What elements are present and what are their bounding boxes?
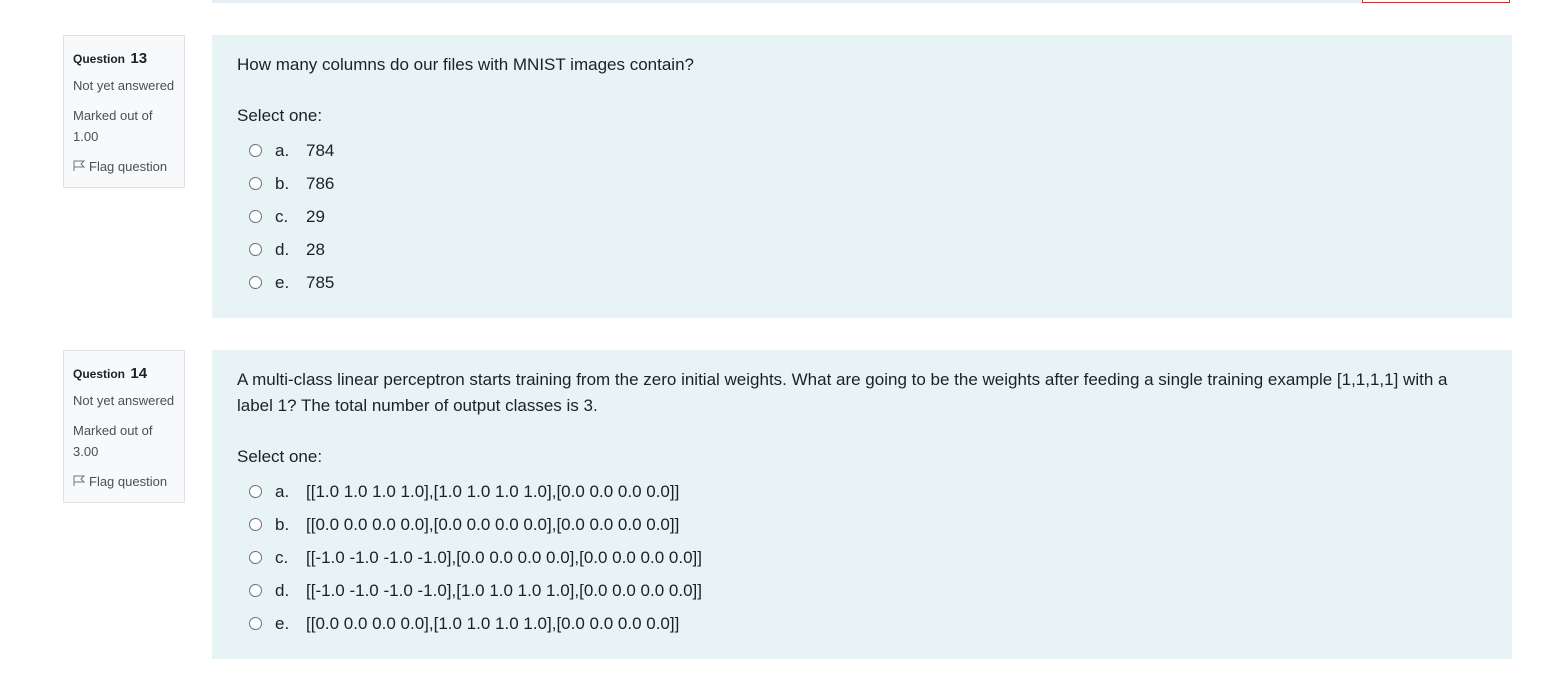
- option-letter: b.: [275, 514, 290, 534]
- question-number: Question 13: [73, 50, 175, 67]
- option-text: [[1.0 1.0 1.0 1.0],[1.0 1.0 1.0 1.0],[0.…: [306, 481, 680, 501]
- question-label: Question: [73, 367, 126, 381]
- option-letter: a.: [275, 140, 290, 160]
- answer-option-c[interactable]: c. 29: [237, 200, 1487, 233]
- question-number-value: 13: [130, 50, 148, 67]
- question-text: A multi-class linear perceptron starts t…: [237, 370, 1448, 415]
- flag-question-label: Flag question: [89, 159, 168, 174]
- previous-button-edge: [1362, 0, 1510, 3]
- quiz-page: Question 13 Not yet answered Marked out …: [0, 0, 1542, 693]
- radio-unchecked-icon[interactable]: [249, 518, 262, 531]
- question-number: Question 14: [73, 365, 175, 382]
- answer-option-a[interactable]: a. 784: [237, 134, 1487, 167]
- option-letter: c.: [275, 547, 289, 567]
- question-grade: Marked out of 1.00: [73, 108, 153, 144]
- option-text: 784: [306, 140, 335, 160]
- question-13-info: Question 13 Not yet answered Marked out …: [63, 35, 185, 188]
- answer-option-c[interactable]: c. [[-1.0 -1.0 -1.0 -1.0],[0.0 0.0 0.0 0…: [237, 541, 1487, 574]
- question-state: Not yet answered: [73, 393, 175, 408]
- option-letter: e.: [275, 613, 290, 633]
- answer-option-e[interactable]: e. 785: [237, 266, 1487, 299]
- answer-option-b[interactable]: b. 786: [237, 167, 1487, 200]
- question-state: Not yet answered: [73, 78, 175, 93]
- option-text: [[-1.0 -1.0 -1.0 -1.0],[0.0 0.0 0.0 0.0]…: [306, 547, 702, 567]
- option-text: 28: [306, 239, 325, 259]
- answer-option-b[interactable]: b. [[0.0 0.0 0.0 0.0],[0.0 0.0 0.0 0.0],…: [237, 508, 1487, 541]
- option-text: 785: [306, 272, 335, 292]
- radio-unchecked-icon[interactable]: [249, 276, 262, 289]
- option-letter: d.: [275, 239, 290, 259]
- option-letter: e.: [275, 272, 290, 292]
- option-text: [[0.0 0.0 0.0 0.0],[1.0 1.0 1.0 1.0],[0.…: [306, 613, 680, 633]
- question-label: Question: [73, 52, 126, 66]
- select-one-prompt: Select one:: [237, 447, 323, 466]
- question-number-value: 14: [130, 365, 148, 382]
- question-14-info: Question 14 Not yet answered Marked out …: [63, 350, 185, 503]
- option-letter: b.: [275, 173, 290, 193]
- radio-unchecked-icon[interactable]: [249, 584, 262, 597]
- flag-outline-icon: [73, 475, 86, 486]
- question-grade: Marked out of 3.00: [73, 423, 153, 459]
- flag-question-link[interactable]: Flag question: [73, 156, 175, 177]
- question-13-content: How many columns do our files with MNIST…: [212, 35, 1512, 318]
- question-text: How many columns do our files with MNIST…: [237, 55, 694, 74]
- option-letter: d.: [275, 580, 290, 600]
- option-text: [[0.0 0.0 0.0 0.0],[0.0 0.0 0.0 0.0],[0.…: [306, 514, 680, 534]
- option-letter: a.: [275, 481, 290, 501]
- radio-unchecked-icon[interactable]: [249, 551, 262, 564]
- radio-unchecked-icon[interactable]: [249, 243, 262, 256]
- previous-question-edge: [212, 0, 1362, 3]
- radio-unchecked-icon[interactable]: [249, 485, 262, 498]
- option-letter: c.: [275, 206, 289, 226]
- answer-options: a. [[1.0 1.0 1.0 1.0],[1.0 1.0 1.0 1.0],…: [237, 475, 1487, 640]
- answer-option-d[interactable]: d. 28: [237, 233, 1487, 266]
- answer-option-a[interactable]: a. [[1.0 1.0 1.0 1.0],[1.0 1.0 1.0 1.0],…: [237, 475, 1487, 508]
- flag-question-link[interactable]: Flag question: [73, 471, 175, 492]
- answer-option-e[interactable]: e. [[0.0 0.0 0.0 0.0],[1.0 1.0 1.0 1.0],…: [237, 607, 1487, 640]
- option-text: [[-1.0 -1.0 -1.0 -1.0],[1.0 1.0 1.0 1.0]…: [306, 580, 702, 600]
- option-text: 786: [306, 173, 335, 193]
- flag-outline-icon: [73, 160, 86, 171]
- option-text: 29: [306, 206, 325, 226]
- radio-unchecked-icon[interactable]: [249, 617, 262, 630]
- answer-options: a. 784 b. 786 c. 29 d. 28 e. 785: [237, 134, 1487, 299]
- radio-unchecked-icon[interactable]: [249, 177, 262, 190]
- radio-unchecked-icon[interactable]: [249, 144, 262, 157]
- answer-option-d[interactable]: d. [[-1.0 -1.0 -1.0 -1.0],[1.0 1.0 1.0 1…: [237, 574, 1487, 607]
- flag-question-label: Flag question: [89, 474, 168, 489]
- radio-unchecked-icon[interactable]: [249, 210, 262, 223]
- question-14-content: A multi-class linear perceptron starts t…: [212, 350, 1512, 659]
- select-one-prompt: Select one:: [237, 106, 323, 125]
